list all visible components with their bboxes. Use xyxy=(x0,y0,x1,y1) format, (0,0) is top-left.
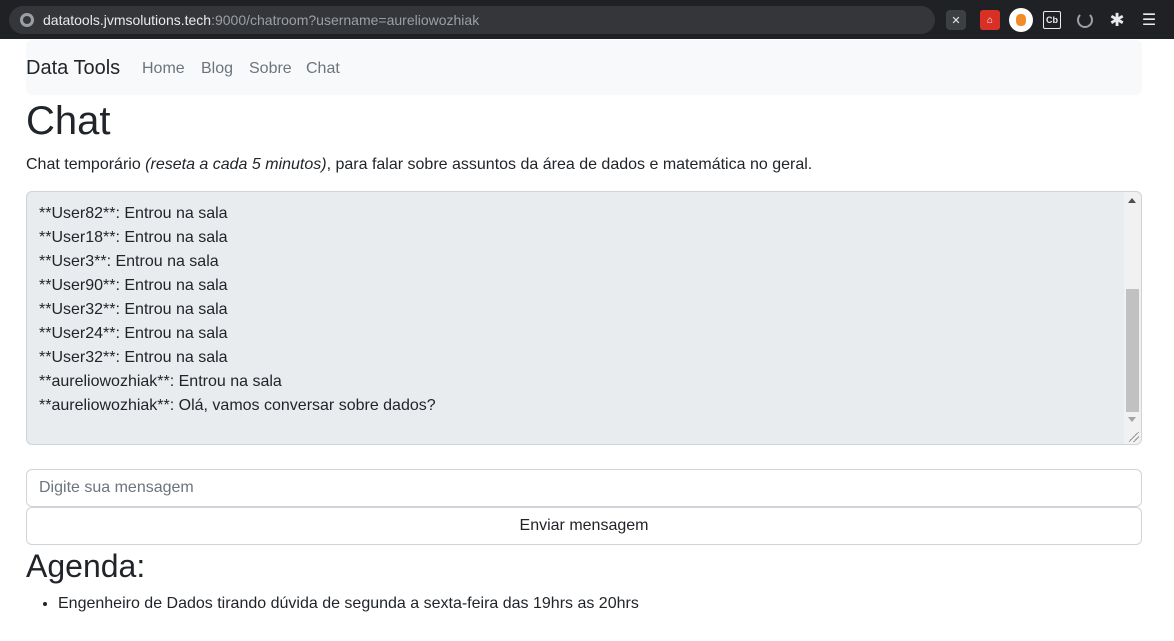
chat-message: **User32**: Entrou na sala xyxy=(39,349,228,366)
chat-message: **User32**: Entrou na sala xyxy=(39,301,228,318)
url-path: :9000/chatroom?username=aureliowozhiak xyxy=(211,12,480,28)
scroll-up-arrow-icon[interactable] xyxy=(1128,198,1136,203)
message-input[interactable] xyxy=(26,469,1142,507)
chat-message: **aureliowozhiak**: Olá, vamos conversar… xyxy=(39,397,436,414)
navbar: Data Tools Home Blog Sobre Chat xyxy=(26,40,1142,95)
chat-log-textarea[interactable]: **User82**: Entrou na sala **User18**: E… xyxy=(26,191,1142,445)
browser-toolbar: datatools.jvmsolutions.tech:9000/chatroo… xyxy=(0,0,1174,39)
reading-list-icon[interactable]: ☰ xyxy=(1139,10,1159,30)
resize-grip-icon[interactable] xyxy=(1129,432,1139,442)
pdf-extension-icon[interactable]: ⌂ xyxy=(980,10,1000,30)
intro-after: , para falar sobre assuntos da área de d… xyxy=(326,156,813,173)
chat-message: **User18**: Entrou na sala xyxy=(39,229,228,246)
chat-message: **User24**: Entrou na sala xyxy=(39,325,228,342)
page-title: Chat xyxy=(26,99,111,143)
chat-message: **User3**: Entrou na sala xyxy=(39,253,219,270)
agenda-title: Agenda: xyxy=(26,548,146,584)
agenda-item: Engenheiro de Dados tirando dúvida de se… xyxy=(58,594,639,613)
intro-text: Chat temporário (reseta a cada 5 minutos… xyxy=(26,155,812,174)
nav-link-chat[interactable]: Chat xyxy=(306,59,340,78)
site-info-icon[interactable] xyxy=(20,13,34,27)
x-extension-icon[interactable]: ✕ xyxy=(946,10,966,30)
chat-message: **User90**: Entrou na sala xyxy=(39,277,228,294)
nav-link-home[interactable]: Home xyxy=(142,59,185,78)
orange-extension-icon[interactable] xyxy=(1009,8,1033,32)
intro-emphasis: (reseta a cada 5 minutos) xyxy=(145,156,327,173)
scroll-down-arrow-icon[interactable] xyxy=(1128,417,1136,422)
agenda-list: Engenheiro de Dados tirando dúvida de se… xyxy=(58,594,639,613)
chat-message: **User82**: Entrou na sala xyxy=(39,205,228,222)
url-host: datatools.jvmsolutions.tech xyxy=(43,12,212,28)
nav-link-blog[interactable]: Blog xyxy=(201,59,233,78)
ring-extension-icon[interactable] xyxy=(1075,10,1095,30)
url-text[interactable]: datatools.jvmsolutions.tech:9000/chatroo… xyxy=(43,11,479,29)
cb-extension-icon[interactable]: Cb xyxy=(1043,11,1061,29)
chat-scrollbar[interactable] xyxy=(1124,192,1141,444)
puzzle-icon[interactable]: ✱ xyxy=(1107,10,1127,30)
chat-message: **aureliowozhiak**: Entrou na sala xyxy=(39,373,282,390)
navbar-brand[interactable]: Data Tools xyxy=(26,57,120,79)
scroll-thumb[interactable] xyxy=(1126,289,1139,412)
send-message-button[interactable]: Enviar mensagem xyxy=(26,507,1142,545)
nav-link-sobre[interactable]: Sobre xyxy=(249,59,292,78)
intro-before: Chat temporário xyxy=(26,156,146,173)
chat-messages: **User82**: Entrou na sala **User18**: E… xyxy=(39,202,436,418)
